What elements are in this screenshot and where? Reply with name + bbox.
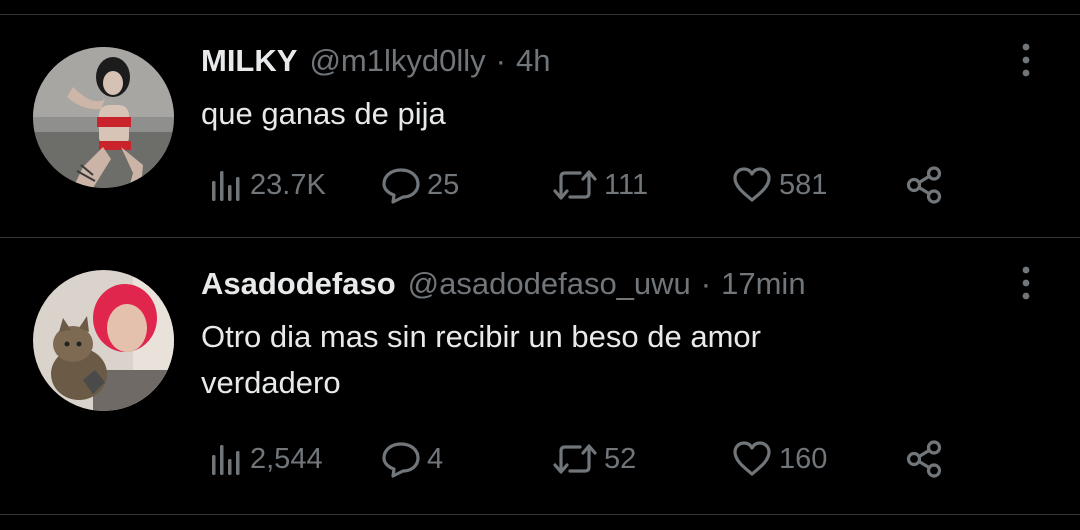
more-vertical-dots-icon [1022, 43, 1030, 77]
separator-dot: · [495, 43, 506, 78]
like-count: 581 [779, 168, 828, 201]
more-vertical-dots-icon [1022, 266, 1030, 300]
author-handle[interactable]: @asadodefaso_uwu [408, 266, 691, 302]
author-name[interactable]: Asadodefaso [201, 266, 396, 302]
tweet-1[interactable]: MILKY @m1lkyd0lly · 4h que ganas de pija… [0, 15, 1080, 237]
views-button[interactable]: 23.7K [208, 165, 326, 205]
reply-count: 4 [427, 442, 444, 475]
like-count: 160 [779, 442, 828, 475]
share-nodes-icon [906, 440, 942, 478]
separator-dot: · [700, 266, 712, 301]
tweet-header: Asadodefaso @asadodefaso_uwu · 17min [201, 266, 806, 306]
views-bar-chart-icon [212, 445, 240, 475]
views-bar-chart-icon [212, 171, 240, 201]
timestamp[interactable]: 4h [516, 43, 550, 79]
heart-icon [733, 167, 771, 202]
reply-count: 25 [427, 168, 460, 201]
reply-speech-bubble-icon [382, 168, 420, 204]
avatar-milky[interactable] [33, 47, 174, 188]
retweet-button[interactable]: 52 [552, 439, 636, 479]
tweet-text: Otro dia mas sin recibir un beso de amor… [201, 319, 761, 400]
more-button[interactable] [1014, 264, 1038, 304]
more-button[interactable] [1014, 41, 1038, 81]
retweet-arrows-icon [553, 170, 597, 200]
tweet-2[interactable]: Asadodefaso @asadodefaso_uwu · 17min Otr… [0, 238, 1080, 514]
tweet-header: MILKY @m1lkyd0lly · 4h [201, 43, 550, 83]
views-count: 2,544 [250, 442, 323, 475]
reply-button[interactable]: 25 [381, 165, 459, 205]
author-name[interactable]: MILKY [201, 43, 297, 79]
like-button[interactable]: 581 [731, 165, 827, 205]
views-button[interactable]: 2,544 [208, 439, 323, 479]
heart-icon [733, 441, 771, 476]
retweet-button[interactable]: 111 [552, 165, 648, 205]
author-handle[interactable]: @m1lkyd0lly [309, 43, 485, 79]
tweet-text: que ganas de pija [201, 96, 446, 131]
retweet-count: 52 [604, 442, 637, 475]
retweet-count: 111 [604, 168, 649, 201]
reply-button[interactable]: 4 [381, 439, 443, 479]
like-button[interactable]: 160 [731, 439, 827, 479]
reply-speech-bubble-icon [382, 442, 420, 478]
share-nodes-icon [906, 166, 942, 204]
views-count: 23.7K [250, 168, 326, 201]
share-button[interactable] [904, 439, 944, 479]
retweet-arrows-icon [553, 444, 597, 474]
bottom-divider [0, 514, 1080, 515]
avatar-asadodefaso[interactable] [33, 270, 174, 411]
timestamp[interactable]: 17min [721, 266, 805, 302]
share-button[interactable] [904, 165, 944, 205]
